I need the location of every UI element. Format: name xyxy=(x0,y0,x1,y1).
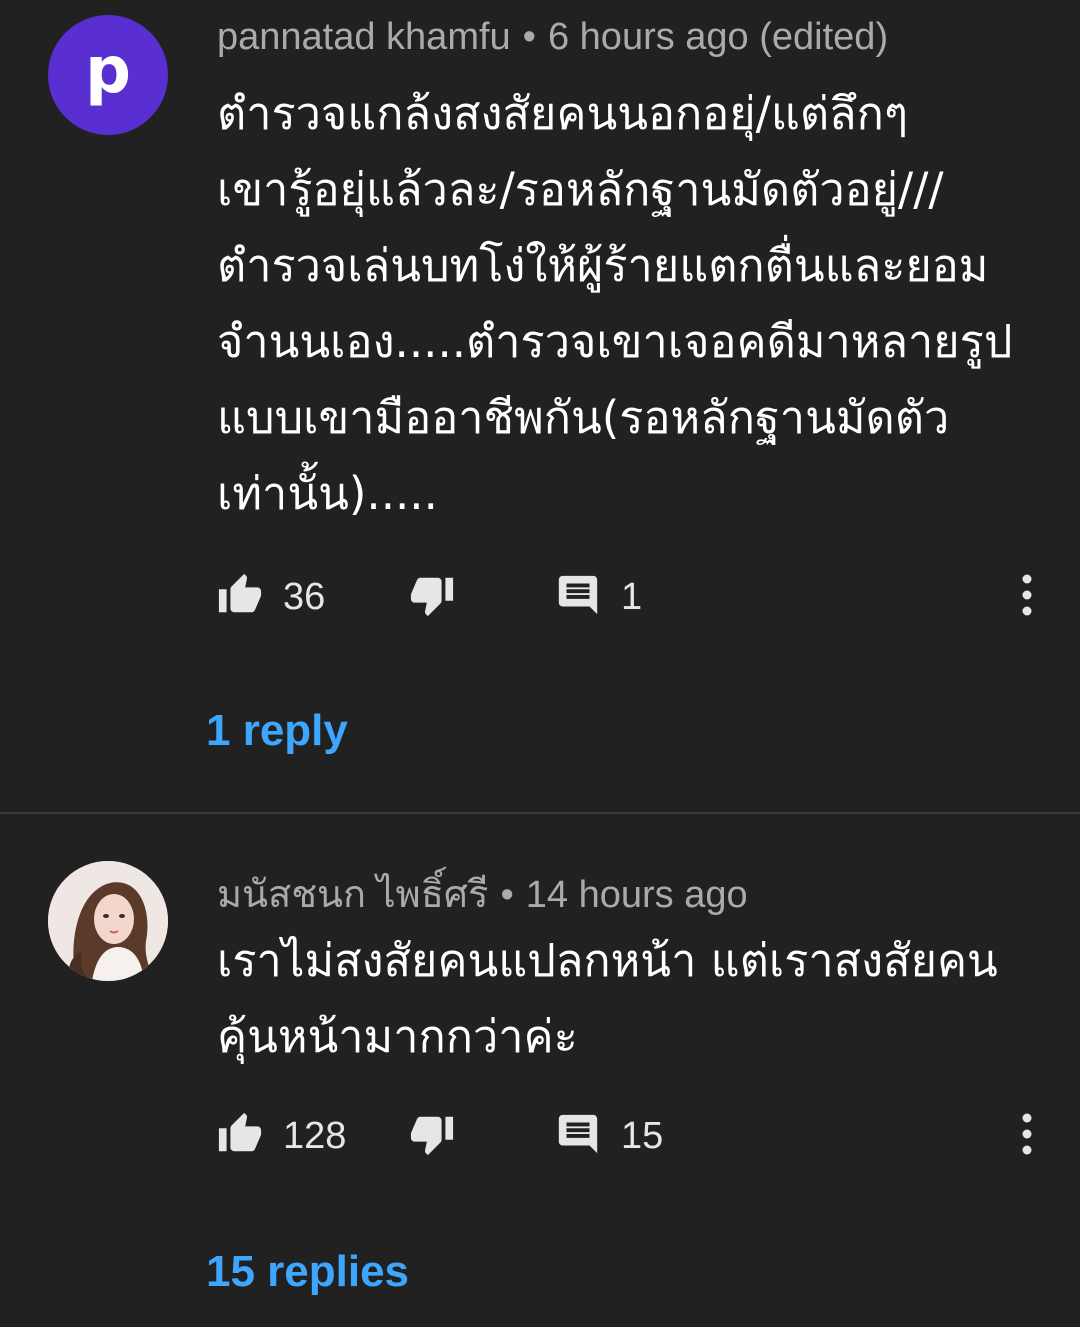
separator-dot: • xyxy=(522,16,536,58)
comment-icon xyxy=(555,572,601,622)
reply-button[interactable]: 1 xyxy=(555,572,642,622)
like-count: 128 xyxy=(283,1114,347,1157)
avatar[interactable] xyxy=(48,861,168,981)
like-button[interactable]: 128 xyxy=(217,1111,346,1161)
more-options-button[interactable] xyxy=(1015,572,1039,622)
comment-icon xyxy=(555,1111,601,1161)
view-replies-link[interactable]: 1 reply xyxy=(206,706,348,756)
thumbs-up-icon xyxy=(217,1111,263,1161)
separator-dot: • xyxy=(500,874,514,916)
thumbs-down-icon xyxy=(409,1111,455,1161)
comment-time: 14 hours ago xyxy=(525,874,748,916)
view-replies-link[interactable]: 15 replies xyxy=(206,1247,409,1297)
comment-text: ตำรวจแกล้งสงสัยคนนอกอยุ่/แต่ลึกๆ เขารู้อ… xyxy=(217,87,1013,520)
comment-meta: มนัสชนก ไพธิ์ศรี • 14 hours ago xyxy=(217,863,748,924)
comment-text: เราไม่สงสัยคนแปลกหน้า แต่เราสงสัยคน คุ้น… xyxy=(217,934,998,1063)
more-vert-icon xyxy=(1020,1112,1034,1160)
dislike-button[interactable] xyxy=(409,572,455,622)
more-vert-icon xyxy=(1020,573,1034,621)
avatar[interactable]: p xyxy=(48,15,168,135)
comment: p pannatad khamfu • 6 hours ago (edited) ต… xyxy=(0,0,1080,813)
thumbs-up-icon xyxy=(217,572,263,622)
comment: มนัสชนก ไพธิ์ศรี • 14 hours ago เราไม่สงสั… xyxy=(0,813,1080,1327)
reply-button[interactable]: 15 xyxy=(555,1111,663,1161)
comment-thread: p pannatad khamfu • 6 hours ago (edited) ต… xyxy=(0,0,1080,1327)
like-button[interactable]: 36 xyxy=(217,572,325,622)
like-count: 36 xyxy=(283,575,326,618)
reply-count: 1 xyxy=(621,575,643,618)
reply-count: 15 xyxy=(621,1114,664,1157)
dislike-button[interactable] xyxy=(409,1111,455,1161)
author-name[interactable]: มนัสชนก ไพธิ์ศรี xyxy=(217,874,488,916)
comment-actions: 128 15 xyxy=(217,1111,1047,1161)
author-name[interactable]: pannatad khamfu xyxy=(217,16,511,58)
more-options-button[interactable] xyxy=(1015,1111,1039,1161)
comment-time: 6 hours ago (edited) xyxy=(547,16,889,58)
profile-photo xyxy=(48,861,168,981)
comment-actions: 36 1 xyxy=(217,572,1047,622)
comment-meta: pannatad khamfu • 6 hours ago (edited) xyxy=(217,16,888,59)
avatar-letter: p xyxy=(85,34,131,108)
thumbs-down-icon xyxy=(409,572,455,622)
